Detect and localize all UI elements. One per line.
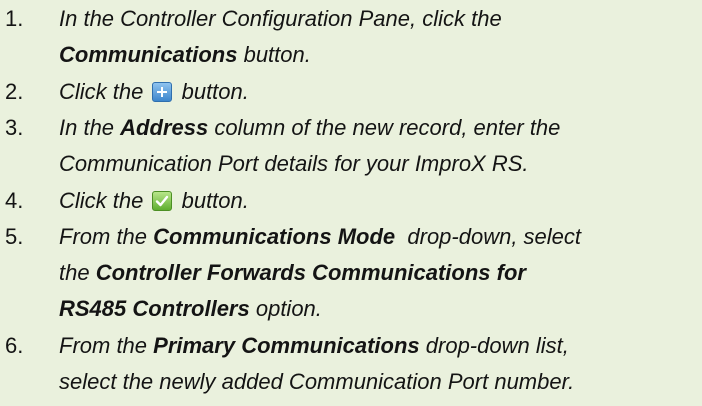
ui-term-controller-forwards: Controller Forwards Communications for: [95, 260, 526, 285]
step-text: From the: [59, 333, 154, 358]
step-text: column of the new record, enter the: [208, 115, 561, 140]
step-number: 3.: [5, 115, 24, 140]
step-text: From the: [59, 224, 154, 249]
ui-term-primary-communications: Primary Communications: [153, 333, 420, 358]
step-text: In the: [59, 115, 121, 140]
step-number: 4.: [5, 188, 24, 213]
step-number: 2.: [5, 79, 24, 104]
ui-term-communications-mode: Communications Mode: [153, 224, 396, 249]
save-check-icon: [152, 191, 173, 211]
step-text: button.: [237, 42, 311, 67]
add-record-icon: [152, 82, 173, 102]
step-number: 1.: [5, 6, 24, 31]
step-number: 6.: [5, 333, 24, 358]
step-text: Click the: [59, 79, 150, 104]
instruction-steps: 1. In the Controller Configuration Pane,…: [0, 0, 702, 406]
step-text: select the newly added Communication Por…: [59, 369, 575, 394]
step-text: the: [59, 260, 96, 285]
step-text: button.: [175, 188, 249, 213]
ui-term-address: Address: [120, 115, 209, 140]
step-number: 5.: [5, 224, 24, 249]
step-text: Click the: [59, 188, 150, 213]
ui-term-rs485-controllers: RS485 Controllers: [59, 296, 250, 321]
step-text: In the Controller Configuration Pane, cl…: [59, 6, 502, 31]
step-text: option.: [249, 296, 322, 321]
step-text: drop-down, select: [395, 224, 582, 249]
step-text: drop-down list,: [419, 333, 569, 358]
step-text: Communication Port details for your Impr…: [59, 151, 529, 176]
step-text: button.: [175, 79, 249, 104]
ui-term-communications: Communications: [59, 42, 238, 67]
